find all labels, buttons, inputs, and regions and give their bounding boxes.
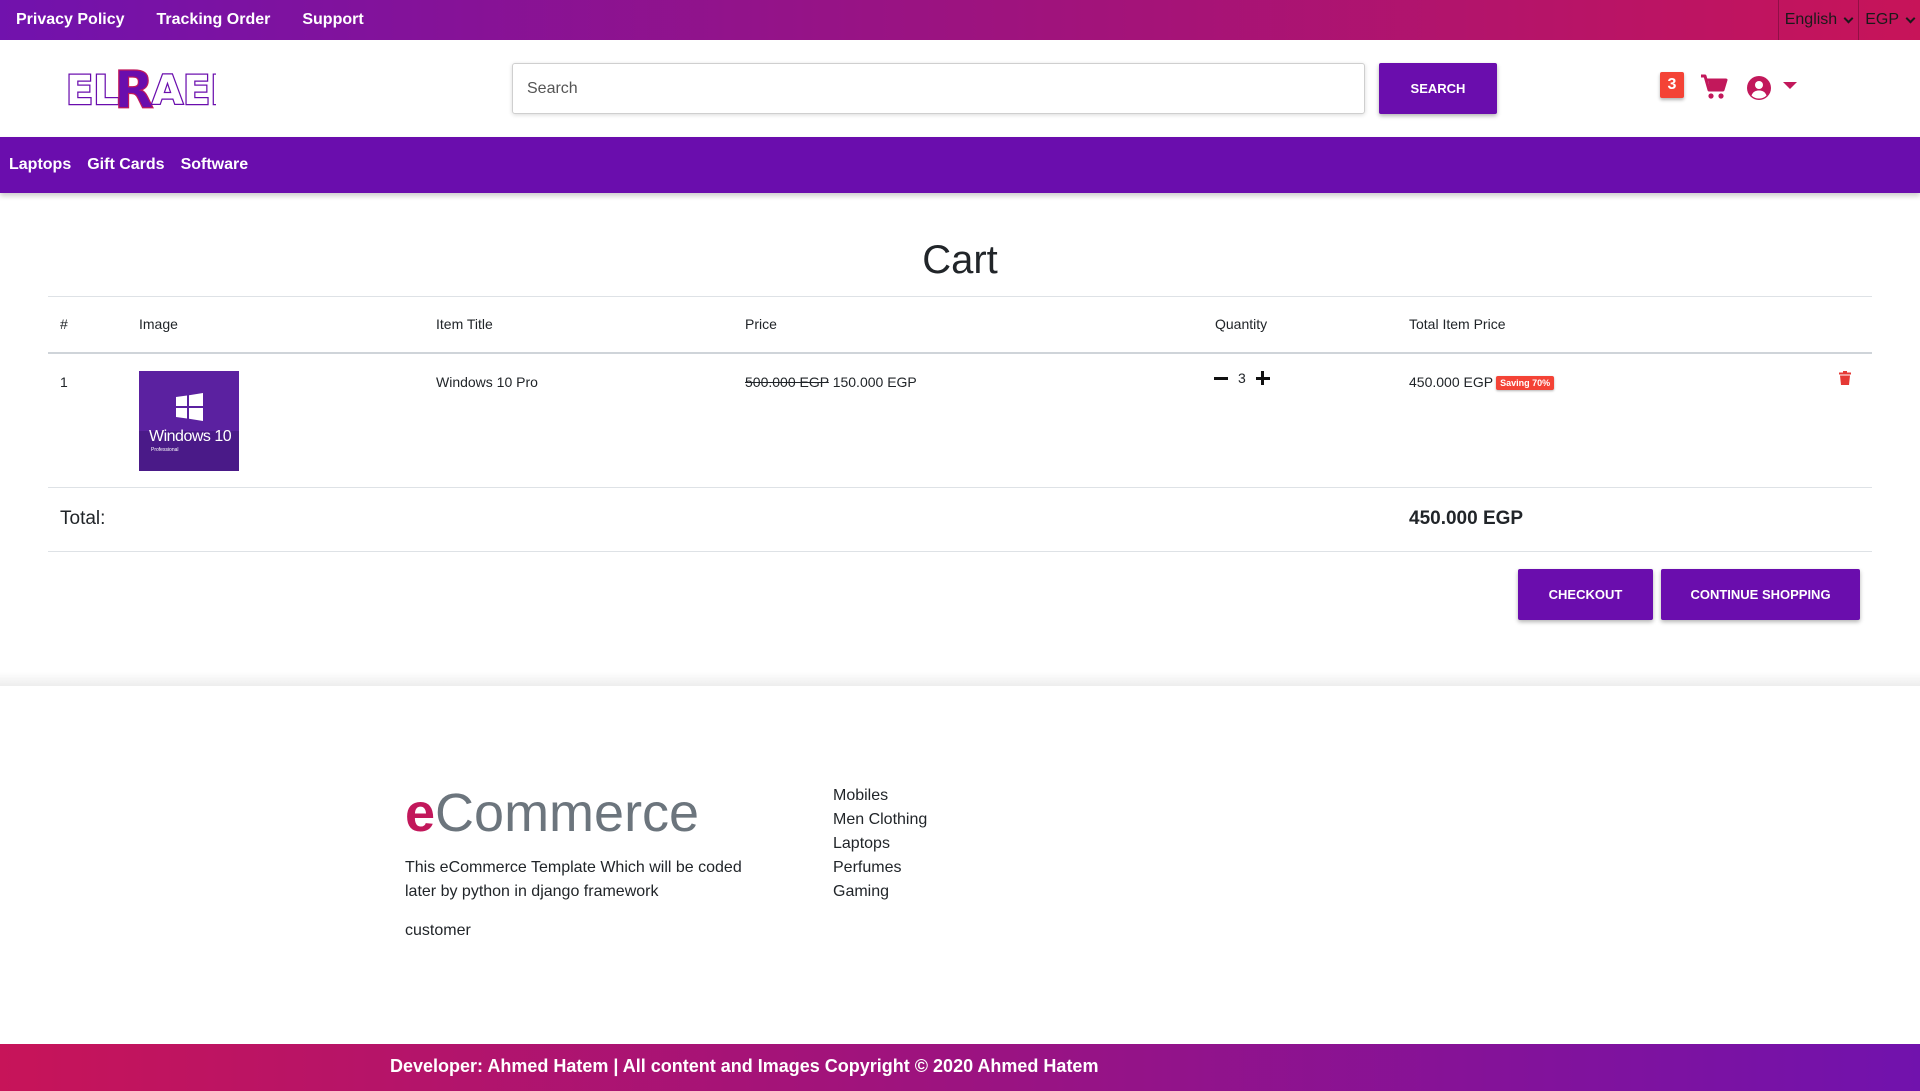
trash-icon[interactable]	[1839, 371, 1851, 385]
quantity-value: 3	[1238, 370, 1246, 386]
item-total: 450.000 EGP Saving 70%	[1409, 374, 1555, 391]
search-input[interactable]	[512, 63, 1365, 114]
caret-down-icon[interactable]	[1783, 82, 1797, 89]
svg-text:EL: EL	[66, 68, 119, 114]
footer-brand-rest: Commerce	[435, 783, 700, 843]
copyright-bar: Developer: Ahmed Hatem | All content and…	[0, 1044, 1920, 1091]
nav-item-software[interactable]: Software	[181, 156, 249, 174]
table-divider	[48, 551, 1872, 552]
windows-logo-icon	[139, 371, 239, 471]
table-divider	[48, 296, 1872, 297]
chevron-down-icon	[1843, 13, 1854, 23]
item-old-price: 500.000 EGP	[745, 374, 829, 390]
column-header-image: Image	[139, 316, 178, 332]
footer-customer: customer	[405, 922, 471, 939]
currency-value: EGP	[1865, 11, 1899, 28]
column-header-total: Total Item Price	[1409, 316, 1506, 332]
user-circle-icon[interactable]	[1747, 76, 1771, 100]
currency-select[interactable]: EGP	[1858, 0, 1920, 40]
language-value: English	[1784, 11, 1838, 28]
page-title: Cart	[922, 238, 998, 282]
plus-icon[interactable]	[1255, 371, 1270, 385]
category-nav: Laptops Gift Cards Software	[0, 137, 1920, 193]
header: EL R AEI SEARCH 3	[0, 40, 1920, 137]
tracking-order-link[interactable]: Tracking Order	[157, 11, 271, 29]
nav-item-laptops[interactable]: Laptops	[9, 156, 71, 174]
column-header-quantity: Quantity	[1215, 316, 1268, 332]
footer-link-mobiles[interactable]: Mobiles	[833, 786, 927, 806]
chevron-down-icon	[1905, 13, 1916, 23]
minus-icon[interactable]	[1214, 371, 1228, 385]
item-price: 500.000 EGP 150.000 EGP	[745, 374, 917, 390]
top-links: Privacy Policy Tracking Order Support	[0, 11, 364, 29]
language-select[interactable]: English	[1777, 0, 1858, 40]
nav-item-gift-cards[interactable]: Gift Cards	[87, 156, 164, 174]
footer-divider	[0, 672, 1920, 686]
table-divider	[48, 487, 1872, 488]
table-header-divider	[48, 352, 1872, 354]
saving-badge: Saving 70%	[1496, 376, 1555, 391]
product-image[interactable]: Windows 10 Professional	[139, 371, 239, 471]
footer	[0, 686, 1920, 1044]
footer-description: This eCommerce Template Which will be co…	[405, 859, 742, 900]
product-image-caption: Windows 10	[149, 428, 232, 445]
checkout-button[interactable]: CHECKOUT	[1518, 569, 1653, 620]
product-image-subcaption: Professional	[151, 447, 179, 453]
footer-links: Mobiles Men Clothing Laptops Perfumes Ga…	[833, 786, 927, 902]
copyright-text: Developer: Ahmed Hatem | All content and…	[390, 1056, 1099, 1076]
row-index: 1	[60, 374, 68, 390]
footer-link-men-clothing[interactable]: Men Clothing	[833, 810, 927, 830]
support-link[interactable]: Support	[302, 11, 363, 29]
column-header-price: Price	[745, 316, 777, 332]
cart-count-badge: 3	[1660, 72, 1684, 98]
footer-link-perfumes[interactable]: Perfumes	[833, 858, 927, 878]
quantity-stepper: 3	[1214, 370, 1270, 386]
svg-text:R: R	[114, 62, 154, 114]
site-logo[interactable]: EL R AEI	[66, 62, 216, 114]
item-title[interactable]: Windows 10 Pro	[436, 374, 538, 390]
shopping-cart-icon[interactable]	[1700, 74, 1728, 100]
search-button[interactable]: SEARCH	[1379, 63, 1497, 114]
cart-total-label: Total:	[60, 508, 106, 529]
column-header-index: #	[60, 316, 68, 332]
item-total-value: 450.000 EGP	[1409, 374, 1494, 390]
footer-link-gaming[interactable]: Gaming	[833, 882, 927, 902]
top-bar: Privacy Policy Tracking Order Support En…	[0, 0, 1920, 40]
footer-brand: eCommerce	[405, 782, 699, 844]
privacy-policy-link[interactable]: Privacy Policy	[16, 11, 125, 29]
top-selectors: English EGP	[1777, 0, 1920, 40]
footer-brand-e: e	[405, 783, 436, 843]
continue-shopping-button[interactable]: CONTINUE SHOPPING	[1661, 569, 1860, 620]
svg-text:AEI: AEI	[152, 68, 216, 114]
footer-link-laptops[interactable]: Laptops	[833, 834, 927, 854]
cart-total-value: 450.000 EGP	[1409, 508, 1524, 529]
column-header-title: Item Title	[436, 316, 493, 332]
item-current-price: 150.000 EGP	[832, 374, 917, 390]
